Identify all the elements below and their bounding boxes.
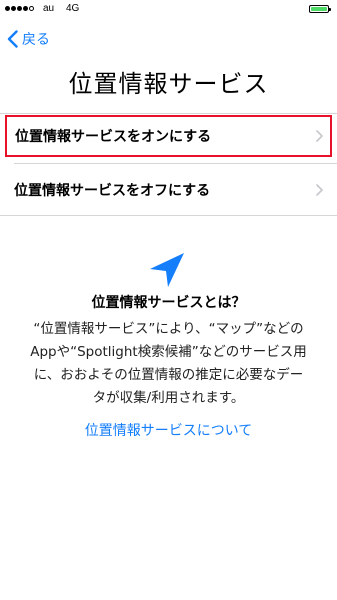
status-bar: au 4G <box>0 0 337 20</box>
about-location-services-link[interactable]: 位置情報サービスについて <box>0 420 337 440</box>
option-label: 位置情報サービスをオンにする <box>15 129 212 145</box>
divider <box>14 163 337 164</box>
chevron-right-icon <box>316 184 323 196</box>
chevron-right-icon <box>316 130 323 142</box>
divider <box>0 215 337 216</box>
back-label: 戻る <box>22 32 50 48</box>
option-label: 位置情報サービスをオフにする <box>14 183 211 199</box>
signal-dot <box>29 6 34 11</box>
turn-on-location-services-row[interactable]: 位置情報サービスをオンにする <box>5 115 332 157</box>
battery-icon <box>309 5 331 13</box>
info-heading: 位置情報サービスとは？ <box>91 295 246 311</box>
info-line: に、おおよその位置情報の推定に必要なデー <box>33 367 304 383</box>
location-arrow-icon <box>150 253 184 287</box>
chevron-left-icon <box>7 30 18 48</box>
signal-strength-icon <box>5 6 34 11</box>
signal-dot <box>17 6 22 11</box>
info-line: “位置情報サービス”により、“マップ”などの <box>33 321 304 337</box>
info-description: “位置情報サービス”により、“マップ”などの Appや“Spotlight検索候… <box>14 318 323 410</box>
turn-off-location-services-row[interactable]: 位置情報サービスをオフにする <box>0 166 337 214</box>
back-button[interactable]: 戻る <box>7 28 50 50</box>
carrier-name: au <box>43 3 55 14</box>
signal-dot <box>23 6 28 11</box>
divider <box>0 113 337 114</box>
signal-dot <box>5 6 10 11</box>
info-line: タが収集/利用されます。 <box>92 390 245 406</box>
signal-dot <box>11 6 16 11</box>
screen: au 4G 戻る 位置情報サービス 位置情報サービスをオンにする 位置情報サービ… <box>0 0 337 600</box>
page-title: 位置情報サービス <box>68 70 269 98</box>
info-line: Appや“Spotlight検索候補”などのサービス用 <box>30 344 307 360</box>
network-type: 4G <box>66 3 80 14</box>
battery-fill <box>311 7 327 11</box>
